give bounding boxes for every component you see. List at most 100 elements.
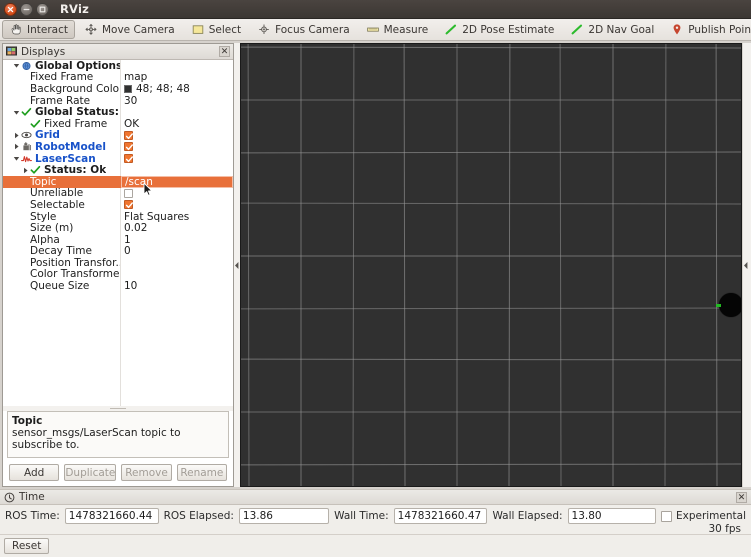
tool-interact-label: Interact xyxy=(27,23,68,36)
tree-row-value-cell[interactable]: /scan xyxy=(121,175,233,188)
chevron-right-icon[interactable] xyxy=(21,166,30,175)
tree-row-status-ok[interactable]: Status: Ok xyxy=(3,164,233,176)
minimize-icon[interactable] xyxy=(20,2,33,16)
tree-row-name-cell: Global Options xyxy=(3,60,120,72)
tree-row-value-cell[interactable]: Flat Squares xyxy=(120,211,233,223)
ros-time-label: ROS Time: xyxy=(5,510,60,522)
tree-row-style[interactable]: Style Flat Squares xyxy=(3,211,233,223)
tree-row-unreliable[interactable]: Unreliable xyxy=(3,187,233,199)
add-button[interactable]: Add xyxy=(9,464,60,481)
tree-row-selectable[interactable]: Selectable xyxy=(3,199,233,211)
tree-row-fixed-frame[interactable]: Fixed Frame map xyxy=(3,71,233,83)
rename-button[interactable]: Rename xyxy=(176,464,228,481)
collapse-arrow-icon[interactable] xyxy=(743,261,749,270)
tree-row-laserscan[interactable]: LaserScan xyxy=(3,153,233,165)
tree-row-value-cell[interactable] xyxy=(120,200,233,210)
tree-row-value-cell[interactable]: 48; 48; 48 xyxy=(120,83,233,95)
chevron-down-icon[interactable] xyxy=(12,154,21,163)
tree-row-queue-size[interactable]: Queue Size 10 xyxy=(3,280,233,292)
checkbox-checked-icon[interactable] xyxy=(124,130,133,140)
tree-row-alpha[interactable]: Alpha 1 xyxy=(3,234,233,246)
tool-measure[interactable]: Measure xyxy=(359,20,436,39)
tree-row-value-cell[interactable] xyxy=(120,154,233,164)
tree-row-position-transfor[interactable]: Position Transfor... xyxy=(3,257,233,269)
tool-move-camera[interactable]: Move Camera xyxy=(77,20,182,39)
tree-row-value-cell[interactable] xyxy=(120,142,233,152)
tree-row-value: OK xyxy=(124,117,140,130)
tree-row-label: Topic xyxy=(30,175,57,188)
map-pin-icon xyxy=(673,24,681,35)
tree-row-topic[interactable]: Topic/scan xyxy=(3,175,233,188)
tree-row-name-cell: LaserScan xyxy=(3,153,120,165)
close-icon[interactable] xyxy=(4,2,17,16)
chevron-right-icon[interactable] xyxy=(12,131,21,140)
experimental-label: Experimental xyxy=(675,510,746,522)
checkbox-checked-icon[interactable] xyxy=(124,142,133,152)
tool-2d-pose-estimate[interactable]: 2D Pose Estimate xyxy=(437,20,561,39)
tree-row-robotmodel[interactable]: RobotModel xyxy=(3,141,233,153)
tree-row-background-color[interactable]: Background Color 48; 48; 48 xyxy=(3,83,233,95)
tool-move-camera-label: Move Camera xyxy=(101,23,175,36)
checkbox-checked-icon[interactable] xyxy=(124,200,133,210)
ros-elapsed-field[interactable]: 13.86 xyxy=(238,508,330,524)
tool-interact[interactable]: Interact xyxy=(2,20,75,39)
tree-row-value-cell[interactable] xyxy=(120,130,233,140)
chevron-down-icon[interactable] xyxy=(12,61,21,70)
checkbox-unchecked-icon[interactable] xyxy=(124,188,133,198)
tool-2d-nav-goal[interactable]: 2D Nav Goal xyxy=(563,20,661,39)
grid-lines xyxy=(240,43,742,487)
tree-row-grid[interactable]: Grid xyxy=(3,129,233,141)
tree-row-global-status-ok[interactable]: Global Status: Ok xyxy=(3,106,233,118)
tree-row-label: Global Options xyxy=(35,60,120,72)
experimental-checkbox[interactable] xyxy=(660,510,672,522)
remove-button[interactable]: Remove xyxy=(121,464,172,481)
render-viewport[interactable] xyxy=(240,43,742,487)
tree-row-value-cell[interactable]: OK xyxy=(120,118,233,130)
wall-elapsed-field[interactable]: 13.80 xyxy=(567,508,656,524)
wall-time-label: Wall Time: xyxy=(334,510,389,522)
tree-row-frame-rate[interactable]: Frame Rate 30 xyxy=(3,95,233,107)
color-swatch[interactable] xyxy=(124,84,132,93)
fps-indicator: 30 fps xyxy=(708,523,741,535)
tree-row-color-transformer[interactable]: Color Transformer xyxy=(3,268,233,281)
close-icon[interactable]: ✕ xyxy=(219,46,230,57)
tool-publish-point[interactable]: Publish Point xyxy=(663,20,751,39)
tree-row-label: Color Transformer xyxy=(30,268,120,281)
laserscan-icon xyxy=(21,155,32,162)
chevron-down-icon[interactable] xyxy=(12,108,21,117)
tree-row-value-cell[interactable]: 30 xyxy=(120,95,233,107)
experimental-toggle[interactable]: Experimental xyxy=(660,510,746,522)
check-green-icon xyxy=(30,166,41,174)
move-camera-icon xyxy=(85,23,97,35)
close-icon[interactable]: ✕ xyxy=(736,491,747,503)
tree-row-value-cell[interactable]: 0 xyxy=(120,245,233,257)
tree-row-label: Style xyxy=(30,210,57,223)
window-titlebar: RViz xyxy=(0,0,751,19)
maximize-icon[interactable] xyxy=(36,2,49,16)
displays-tree[interactable]: Global Options Fixed Frame map Background C… xyxy=(3,60,233,406)
chevron-right-icon[interactable] xyxy=(12,142,21,151)
panel-splitter[interactable] xyxy=(3,406,233,411)
tree-row-label: LaserScan xyxy=(35,152,96,165)
tool-focus-camera[interactable]: Focus Camera xyxy=(250,20,357,39)
wall-time-field[interactable]: 1478321660.47 xyxy=(393,508,488,524)
tree-row-global-options[interactable]: Global Options xyxy=(3,60,233,72)
duplicate-button[interactable]: Duplicate xyxy=(64,464,117,481)
tree-row-value-cell[interactable] xyxy=(120,188,233,198)
tree-row-name-cell: RobotModel xyxy=(3,141,120,153)
reset-button[interactable]: Reset xyxy=(4,538,50,554)
checkbox-checked-icon[interactable] xyxy=(124,154,133,164)
tree-row-value-cell[interactable]: 1 xyxy=(120,234,233,246)
tree-row-value-cell[interactable]: 0.02 xyxy=(120,222,233,234)
tree-row-size-m[interactable]: Size (m) 0.02 xyxy=(3,222,233,234)
tree-row-value-cell[interactable]: 10 xyxy=(120,280,233,292)
tree-row-decay-time[interactable]: Decay Time 0 xyxy=(3,245,233,257)
tree-row-fixed-frame[interactable]: Fixed Frame OK xyxy=(3,118,233,130)
description-box: Topic sensor_msgs/LaserScan topic to sub… xyxy=(7,411,229,458)
tool-select[interactable]: Select xyxy=(184,20,248,39)
tree-row-value-cell[interactable]: map xyxy=(120,71,233,83)
ros-time-field[interactable]: 1478321660.44 xyxy=(64,508,159,524)
tree-row-value: 30 xyxy=(124,94,138,107)
time-fields-row: ROS Time: 1478321660.44 ROS Elapsed: 13.… xyxy=(0,505,751,527)
right-splitter[interactable] xyxy=(742,43,751,487)
